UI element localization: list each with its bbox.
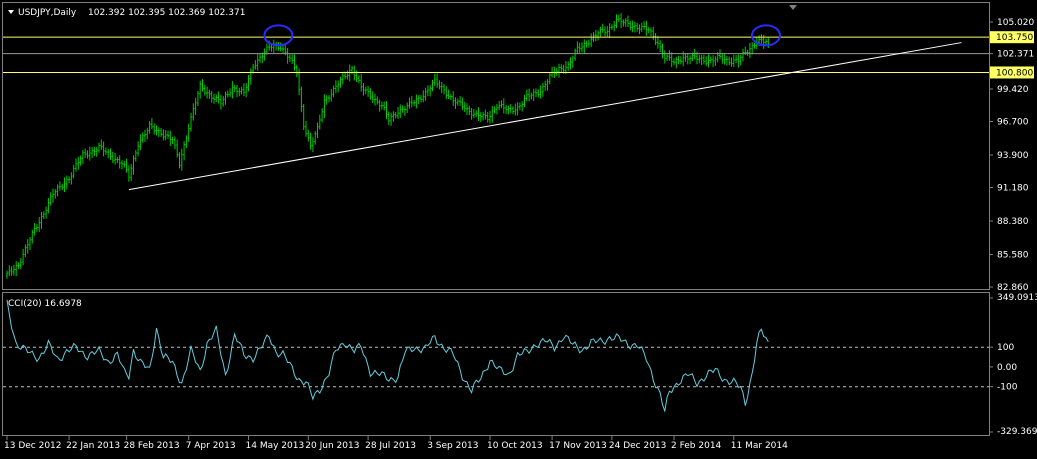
symbol-label: USDJPY,Daily	[18, 8, 77, 18]
cci-axis-label: 100	[997, 343, 1014, 353]
price-axis-label: 93.900	[997, 151, 1029, 161]
level-price-label: 100.800	[996, 68, 1033, 78]
time-axis-label: 28 Jul 2013	[365, 441, 416, 451]
triangle-down-icon[interactable]	[8, 10, 14, 14]
cci-axis-label: 349.0913	[997, 293, 1037, 303]
time-axis-label: 3 Sep 2013	[427, 441, 478, 451]
cci-axis-label: -329.3698	[997, 427, 1037, 437]
price-axis-label: 91.180	[997, 184, 1029, 194]
chart-window: 105.020 102.371 99.420 96.700 93.900 91.180 88…	[0, 0, 1037, 455]
time-axis-label: 24 Dec 2013	[609, 441, 667, 451]
time-axis-label: 14 May 2013	[246, 441, 305, 451]
cci-levels	[3, 346, 989, 388]
chart-canvas[interactable]: 105.020 102.371 99.420 96.700 93.900 91.180 88…	[0, 0, 1037, 455]
cci-label: CCI(20) 16.6978	[8, 299, 82, 309]
price-levels	[3, 36, 989, 73]
price-axis: 105.020 102.371 99.420 96.700 93.900 91.180 88…	[989, 18, 1034, 293]
time-axis-label: 10 Oct 2013	[487, 441, 543, 451]
price-candles	[6, 13, 770, 279]
time-axis-label: 22 Jan 2013	[66, 441, 120, 451]
level-price-label: 103.750	[996, 33, 1033, 43]
price-axis-label: 102.371	[997, 50, 1034, 60]
price-axis-label: 88.380	[997, 217, 1029, 227]
price-axis-label: 96.700	[997, 117, 1029, 127]
cci-axis: 349.0913 100 0.00 -100 -329.3698	[989, 293, 1037, 437]
time-axis-label: 2 Feb 2014	[671, 441, 722, 451]
price-axis-label: 85.580	[997, 250, 1029, 260]
price-pane-frame	[2, 2, 990, 290]
price-axis-label: 82.860	[997, 283, 1029, 293]
price-axis-label: 99.420	[997, 85, 1029, 95]
time-axis-label: 13 Dec 2012	[4, 441, 62, 451]
trendline-group	[128, 42, 962, 191]
time-axis-label: 7 Apr 2013	[186, 441, 236, 451]
price-axis-label: 105.020	[997, 18, 1034, 28]
cci-series-line	[6, 299, 769, 413]
time-axis-label: 11 Mar 2014	[731, 441, 788, 451]
time-axis-label: 20 Jun 2013	[305, 441, 359, 451]
time-axis-label: 28 Feb 2013	[124, 441, 180, 451]
support-trendline[interactable]	[128, 42, 962, 191]
cci-line-group	[6, 299, 769, 413]
chart-shift-marker-icon[interactable]	[789, 5, 797, 10]
ohlc-label: 102.392 102.395 102.369 102.371	[88, 8, 245, 18]
cci-axis-label: 0.00	[997, 363, 1017, 373]
time-axis: 13 Dec 2012 22 Jan 2013 28 Feb 2013 7 Apr 2…	[4, 436, 788, 451]
time-axis-label: 17 Nov 2013	[549, 441, 607, 451]
cci-axis-label: -100	[997, 383, 1018, 393]
highlight-circles	[263, 24, 781, 47]
